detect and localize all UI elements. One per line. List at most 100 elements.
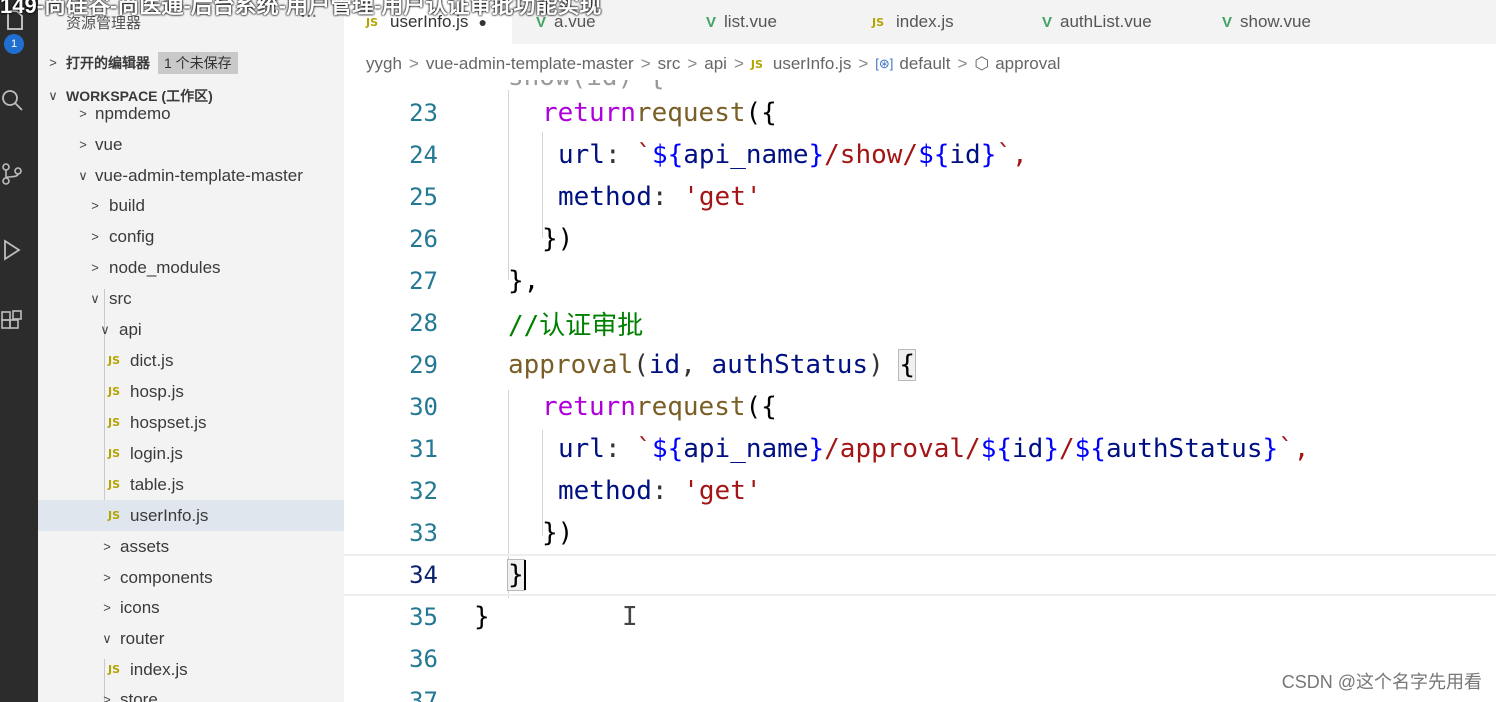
tree-item-store[interactable]: > store: [38, 684, 344, 702]
tab-index-js[interactable]: JS index.js: [872, 0, 954, 44]
tree-item-icons[interactable]: > icons: [38, 592, 344, 623]
tree-item-build[interactable]: > build: [38, 190, 344, 221]
run-debug-icon[interactable]: [0, 238, 24, 262]
code-token: /approval/: [824, 434, 981, 464]
chevron-right-icon: >: [103, 539, 111, 554]
tree-item-src[interactable]: ∨ src: [38, 283, 344, 314]
code-token: /show/: [824, 140, 919, 170]
code-token: }: [1262, 434, 1279, 464]
tree-item-label: build: [109, 195, 145, 215]
tree-item-router[interactable]: ∨ router: [38, 623, 344, 654]
tree-item-label: userInfo.js: [130, 505, 209, 525]
code-token: }: [808, 434, 825, 464]
vue-file-icon: V: [1222, 13, 1233, 31]
code-token: }): [542, 518, 574, 548]
code-token: }: [980, 140, 997, 170]
chevron-right-icon: >: [79, 106, 87, 121]
code-editor[interactable]: show(id) { 23 return request({ 24 url: `…: [344, 80, 1496, 702]
tree-item-hosp-js[interactable]: JS hosp.js: [38, 376, 344, 407]
extensions-icon[interactable]: [0, 310, 24, 334]
breadcrumb-item[interactable]: src: [658, 54, 681, 74]
code-token: :: [651, 476, 684, 506]
tree-item-userinfo-js[interactable]: JS userInfo.js: [38, 500, 344, 531]
chevron-right-icon: >: [733, 54, 744, 73]
tab-list-vue[interactable]: V list.vue: [706, 0, 777, 44]
tree-item-node-modules[interactable]: > node_modules: [38, 252, 344, 283]
line-number: 28: [409, 309, 438, 337]
code-token: id: [1012, 434, 1044, 464]
chevron-right-icon: >: [103, 600, 111, 615]
tab-show-vue[interactable]: V show.vue: [1222, 0, 1311, 44]
js-file-icon: JS: [750, 57, 763, 71]
code-token: return: [542, 98, 636, 128]
csdn-watermark: CSDN @这个名字先用看: [1281, 672, 1482, 692]
chevron-down-icon: ∨: [102, 630, 112, 646]
symbol-method-icon: ⬡: [974, 54, 990, 73]
code-token: method: [558, 476, 652, 506]
tree-item-label: dict.js: [130, 350, 174, 370]
tree-item-label: table.js: [130, 474, 184, 494]
open-editors-header[interactable]: > 打开的编辑器 1 个未保存: [38, 47, 344, 78]
tree-item-components[interactable]: > components: [38, 562, 344, 593]
line-number: 33: [409, 519, 438, 547]
source-control-icon[interactable]: [0, 162, 24, 186]
tree-item-api[interactable]: ∨ api: [38, 314, 344, 345]
code-token: ${: [918, 140, 950, 170]
tree-item-hospset-js[interactable]: JS hospset.js: [38, 407, 344, 438]
code-token: ): [868, 350, 900, 380]
breadcrumb-item[interactable]: userInfo.js: [773, 54, 851, 74]
line-number: 36: [409, 645, 438, 673]
chevron-right-icon: >: [957, 54, 968, 73]
search-icon[interactable]: [0, 88, 24, 112]
code-token: ({: [745, 392, 777, 422]
text-cursor: [523, 560, 526, 590]
tree-item-assets[interactable]: > assets: [38, 531, 344, 562]
breadcrumb-item[interactable]: vue-admin-template-master: [426, 54, 634, 74]
tree-item-label: src: [109, 288, 132, 308]
tree-item-config[interactable]: > config: [38, 221, 344, 252]
tree-item-dict-js[interactable]: JS dict.js: [38, 345, 344, 376]
code-token: }: [808, 140, 825, 170]
code-line-23: 23 return request({: [344, 92, 1496, 134]
code-token: ({: [745, 98, 777, 128]
code-line-30: 30 return request({: [344, 386, 1496, 428]
breadcrumb-item[interactable]: yygh: [366, 54, 402, 74]
tree-item-label: hosp.js: [130, 381, 184, 401]
line-number: 25: [409, 183, 438, 211]
code-line-26: 26 }): [344, 218, 1496, 260]
breadcrumb-item[interactable]: default: [899, 54, 950, 74]
tab-authlist-vue[interactable]: V authList.vue: [1042, 0, 1152, 44]
chevron-right-icon: >: [103, 692, 111, 702]
code-token: /: [1058, 434, 1075, 464]
code-token: 'get': [683, 182, 762, 212]
tree-item-npmdemo[interactable]: > npmdemo: [38, 104, 344, 129]
tree-item-login-js[interactable]: JS login.js: [38, 438, 344, 469]
tree-item-vue[interactable]: > vue: [38, 129, 344, 160]
code-token: id: [949, 140, 981, 170]
tree-item-label: node_modules: [109, 257, 221, 277]
tree-item-label: assets: [120, 536, 170, 556]
breadcrumb-item[interactable]: api: [704, 54, 727, 74]
symbol-variable-icon: [⊛]: [875, 56, 894, 71]
code-token: authStatus: [1105, 434, 1263, 464]
workspace-label: WORKSPACE (工作区): [66, 87, 213, 104]
breadcrumb-item[interactable]: approval: [995, 54, 1060, 74]
code-line-33: 33 }): [344, 512, 1496, 554]
tree-item-label: store: [120, 689, 158, 702]
code-token: url: [558, 140, 605, 170]
code-token: approval: [508, 350, 634, 380]
tab-label: index.js: [896, 12, 954, 31]
line-number: 23: [409, 99, 438, 127]
tree-item-table-js[interactable]: JS table.js: [38, 469, 344, 500]
tree-item-label: components: [120, 567, 213, 587]
line-number: 32: [409, 477, 438, 505]
unsaved-badge: 1 个未保存: [158, 51, 238, 74]
code-token: `: [636, 434, 652, 464]
tab-label: authList.vue: [1060, 12, 1152, 31]
line-number: 27: [409, 267, 438, 295]
tree-item-vue-admin-template-master[interactable]: ∨ vue-admin-template-master: [38, 160, 344, 191]
line-number: 30: [409, 393, 438, 421]
js-file-icon: JS: [108, 447, 121, 460]
tree-item-router-index-js[interactable]: JS index.js: [38, 654, 344, 685]
chevron-right-icon: >: [687, 54, 698, 73]
